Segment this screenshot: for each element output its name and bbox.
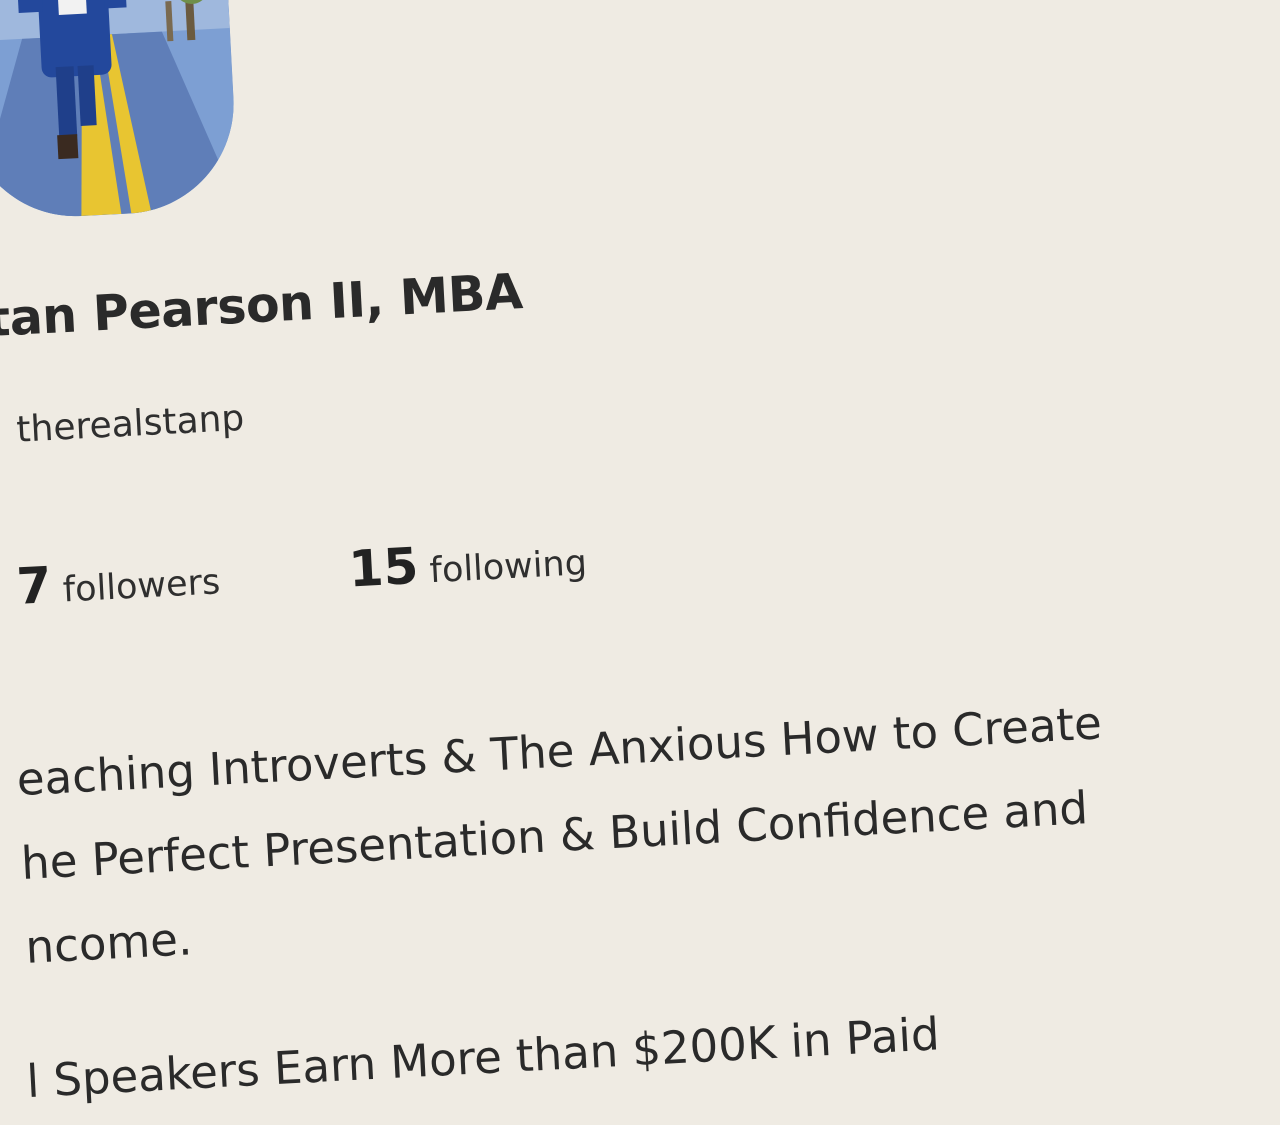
profile-header: tan Pearson II, MBA therealstanp 7 follo… bbox=[0, 0, 1280, 1108]
avatar[interactable] bbox=[0, 0, 240, 222]
profile-handle: therealstanp bbox=[15, 397, 246, 451]
followers-count: 7 bbox=[15, 556, 54, 616]
followers-stat[interactable]: 7 followers bbox=[15, 547, 221, 616]
profile-stats: 7 followers 15 following bbox=[15, 528, 588, 616]
following-stat[interactable]: 15 following bbox=[347, 528, 588, 599]
avatar-photo bbox=[0, 0, 240, 222]
following-count: 15 bbox=[347, 536, 420, 599]
followers-label: followers bbox=[61, 562, 222, 611]
bio-line-partial: l Speakers Earn More than $200K in Paid bbox=[25, 1007, 941, 1109]
profile-name: tan Pearson II, MBA bbox=[0, 263, 524, 349]
following-label: following bbox=[428, 543, 588, 592]
profile-bio: eaching Introverts & The Anxious How to … bbox=[15, 671, 1280, 990]
